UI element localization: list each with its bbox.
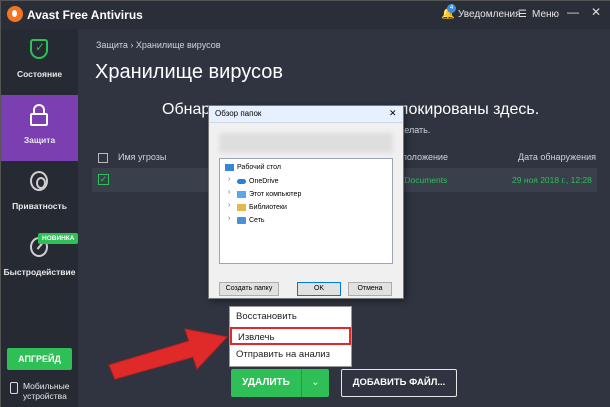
sidebar-item-label: Состояние bbox=[16, 69, 63, 79]
mobile-phone-icon bbox=[10, 382, 18, 394]
column-header-name[interactable]: Имя угрозы bbox=[118, 152, 166, 162]
chevron-right-icon[interactable]: › bbox=[228, 215, 230, 222]
red-arrow-icon bbox=[108, 328, 228, 380]
menu-item-extract[interactable]: Извлечь bbox=[230, 327, 351, 345]
dialog-title-bar: Обзор папок ✕ bbox=[209, 106, 403, 123]
browse-folder-dialog: Обзор папок ✕ Рабочий стол › OneDrive › … bbox=[208, 105, 404, 299]
upgrade-button[interactable]: АПГРЕЙД bbox=[7, 348, 72, 370]
menu-item-send-analysis[interactable]: Отправить на анализ bbox=[230, 346, 351, 364]
sidebar: Состояние Защита Приватность НОВИНКА Быс… bbox=[1, 29, 79, 407]
sidebar-item-label: Защита bbox=[23, 135, 56, 145]
chevron-down-icon[interactable]: ⌄ bbox=[301, 369, 329, 397]
sidebar-item-label: Приватность bbox=[12, 201, 67, 211]
chevron-right-icon[interactable]: › bbox=[228, 202, 230, 209]
row-date: 29 ноя 2018 г., 12:28 bbox=[512, 175, 592, 185]
avast-window: Avast Free Antivirus 🔔 4 Уведомления ☰ М… bbox=[0, 0, 610, 407]
sidebar-item-performance[interactable]: НОВИНКА Быстродействие bbox=[1, 227, 79, 293]
row-checkbox[interactable]: ✓ bbox=[98, 174, 109, 185]
tree-item-this-pc[interactable]: Этот компьютер bbox=[249, 189, 301, 200]
tree-item-network[interactable]: Сеть bbox=[249, 215, 265, 226]
hamburger-icon[interactable]: ☰ bbox=[518, 9, 527, 20]
minimize-button[interactable]: — bbox=[567, 5, 579, 19]
sidebar-item-mobile[interactable]: Мобильные устройства bbox=[23, 381, 69, 401]
avast-logo-icon bbox=[7, 6, 23, 22]
delete-button[interactable]: УДАЛИТЬ bbox=[231, 369, 301, 397]
breadcrumb[interactable]: Защита › Хранилище вирусов bbox=[96, 40, 221, 50]
sidebar-item-label: Быстродействие bbox=[3, 267, 76, 277]
vault-heading-right: локированы здесь. bbox=[399, 101, 540, 118]
add-file-button[interactable]: ДОБАВИТЬ ФАЙЛ... bbox=[341, 369, 457, 397]
dialog-close-button[interactable]: ✕ bbox=[389, 108, 397, 119]
sidebar-item-protection[interactable]: Защита bbox=[1, 95, 78, 161]
page-title: Хранилище вирусов bbox=[95, 61, 283, 83]
sidebar-item-privacy[interactable]: Приватность bbox=[1, 161, 78, 227]
delete-split-button: УДАЛИТЬ ⌄ bbox=[231, 369, 329, 397]
library-icon bbox=[237, 204, 246, 211]
select-all-checkbox[interactable] bbox=[98, 153, 108, 163]
computer-icon bbox=[237, 191, 246, 198]
menu-item-restore[interactable]: Восстановить bbox=[230, 308, 351, 326]
dialog-title: Обзор папок bbox=[215, 109, 262, 118]
folder-tree[interactable]: Рабочий стол › OneDrive › Этот компьютер… bbox=[219, 158, 393, 264]
new-badge: НОВИНКА bbox=[38, 233, 79, 244]
cloud-icon bbox=[237, 179, 246, 184]
shield-check-icon bbox=[30, 39, 48, 59]
sidebar-item-status[interactable]: Состояние bbox=[1, 29, 78, 95]
network-icon bbox=[237, 217, 246, 224]
notifications-button[interactable]: Уведомления bbox=[458, 9, 521, 20]
ok-button[interactable]: OK bbox=[297, 282, 341, 296]
fingerprint-icon bbox=[30, 171, 48, 191]
column-header-date[interactable]: Дата обнаружения bbox=[518, 152, 596, 162]
dialog-description-blurred bbox=[219, 133, 393, 153]
delete-dropdown-menu: Восстановить Извлечь Отправить на анализ bbox=[229, 306, 352, 367]
create-folder-button[interactable]: Создать папку bbox=[219, 282, 279, 296]
app-title: Avast Free Antivirus bbox=[27, 8, 143, 22]
title-bar: Avast Free Antivirus 🔔 4 Уведомления ☰ М… bbox=[1, 1, 610, 29]
chevron-right-icon[interactable]: › bbox=[228, 176, 230, 183]
row-location: /Documents bbox=[402, 175, 448, 185]
cancel-button[interactable]: Отмена bbox=[348, 282, 392, 296]
menu-button[interactable]: Меню bbox=[532, 9, 559, 20]
tree-item-onedrive[interactable]: OneDrive bbox=[249, 176, 279, 187]
desktop-icon bbox=[225, 164, 234, 171]
chevron-right-icon[interactable]: › bbox=[228, 189, 230, 196]
close-button[interactable]: ✕ bbox=[591, 5, 601, 19]
notifications-badge: 4 bbox=[447, 4, 456, 13]
tree-item-libraries[interactable]: Библиотеки bbox=[249, 202, 287, 213]
vault-heading-left: Обнар bbox=[162, 101, 211, 118]
tree-item-desktop[interactable]: Рабочий стол bbox=[237, 162, 281, 173]
column-header-location[interactable]: положение bbox=[402, 152, 448, 162]
